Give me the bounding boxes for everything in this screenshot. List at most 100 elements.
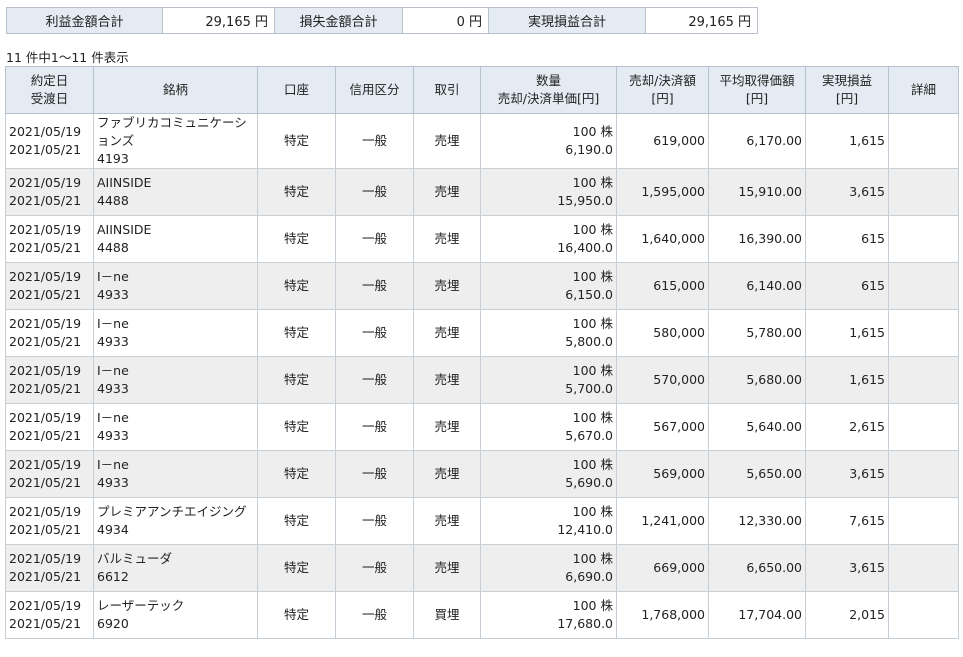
unit-price: 5,670.0: [565, 428, 613, 443]
cell-trade: 売埋: [413, 309, 481, 357]
cell-quantity: 100 株 5,690.0: [480, 450, 617, 498]
cell-stock: AIINSIDE 4488: [93, 215, 258, 263]
header-quantity: 数量 売却/決済単価[円]: [480, 66, 617, 114]
cell-realized-pl: 3,615: [805, 168, 889, 216]
cell-realized-pl: 1,615: [805, 309, 889, 357]
cell-dates: 2021/05/19 2021/05/21: [5, 403, 94, 451]
cell-avg-price: 6,140.00: [708, 262, 806, 310]
unit-price: 6,690.0: [565, 569, 613, 584]
header-realized-pl: 実現損益 [円]: [805, 66, 889, 114]
table-row: 2021/05/19 2021/05/21 AIINSIDE 4488 特定 一般 売埋 10…: [5, 168, 959, 216]
unit-price: 6,150.0: [565, 287, 613, 302]
cell-stock: バルミューダ 6612: [93, 544, 258, 592]
cell-account: 特定: [257, 168, 336, 216]
table-row: 2021/05/19 2021/05/21 ファブリカコミュニケーションズ 4193 特…: [5, 113, 959, 169]
cell-account: 特定: [257, 591, 336, 639]
table-row: 2021/05/19 2021/05/21 バルミューダ 6612 特定 一般 売埋 100 …: [5, 544, 959, 592]
settle-date: 2021/05/21: [9, 240, 82, 255]
settle-date: 2021/05/21: [9, 287, 82, 302]
table-row: 2021/05/19 2021/05/21 AIINSIDE 4488 特定 一般 売埋 10…: [5, 215, 959, 263]
cell-quantity: 100 株 6,190.0: [480, 113, 617, 169]
header-stock: 銘柄: [93, 66, 258, 114]
cell-avg-price: 5,650.00: [708, 450, 806, 498]
cell-avg-price: 16,390.00: [708, 215, 806, 263]
cell-amount: 619,000: [616, 113, 709, 169]
table-row: 2021/05/19 2021/05/21 I－ne 4933 特定 一般 売埋 100 株5…: [5, 309, 959, 357]
trade-date: 2021/05/19: [9, 504, 82, 519]
cell-realized-pl: 3,615: [805, 450, 889, 498]
stock-name: I－ne: [97, 269, 129, 284]
quantity: 100 株: [572, 363, 613, 378]
profit-total-label: 利益金額合計: [6, 7, 163, 34]
cell-detail: [888, 356, 959, 404]
quantity: 100 株: [572, 410, 613, 425]
unit-price: 6,190.0: [565, 142, 613, 157]
cell-credit: 一般: [335, 497, 414, 545]
stock-name: I－ne: [97, 363, 129, 378]
settle-date: 2021/05/21: [9, 475, 82, 490]
cell-amount: 569,000: [616, 450, 709, 498]
cell-quantity: 100 株 6,150.0: [480, 262, 617, 310]
header-trade: 取引: [413, 66, 481, 114]
stock-code: 6612: [97, 569, 129, 584]
unit-price: 12,410.0: [557, 522, 613, 537]
cell-amount: 1,241,000: [616, 497, 709, 545]
trade-date: 2021/05/19: [9, 222, 82, 237]
cell-realized-pl: 3,615: [805, 544, 889, 592]
table-row: 2021/05/19 2021/05/21 I－ne 4933 特定 一般 売埋 100 株5…: [5, 403, 959, 451]
cell-stock: I－ne 4933: [93, 450, 258, 498]
cell-detail: [888, 262, 959, 310]
cell-detail: [888, 497, 959, 545]
cell-account: 特定: [257, 356, 336, 404]
header-detail: 詳細: [888, 66, 959, 114]
cell-realized-pl: 615: [805, 262, 889, 310]
trade-date: 2021/05/19: [9, 124, 82, 139]
cell-detail: [888, 450, 959, 498]
cell-trade: 売埋: [413, 403, 481, 451]
table-row: 2021/05/19 2021/05/21 I－ne 4933 特定 一般 売埋 100 株5…: [5, 450, 959, 498]
quantity: 100 株: [572, 316, 613, 331]
cell-dates: 2021/05/19 2021/05/21: [5, 168, 94, 216]
stock-code: 4934: [97, 522, 129, 537]
stock-name: I－ne: [97, 316, 129, 331]
cell-account: 特定: [257, 403, 336, 451]
cell-detail: [888, 168, 959, 216]
cell-quantity: 100 株 6,690.0: [480, 544, 617, 592]
cell-dates: 2021/05/19 2021/05/21: [5, 544, 94, 592]
header-avg-price: 平均取得価額 [円]: [708, 66, 806, 114]
cell-dates: 2021/05/19 2021/05/21: [5, 215, 94, 263]
cell-credit: 一般: [335, 168, 414, 216]
stock-name: I－ne: [97, 457, 129, 472]
cell-amount: 1,595,000: [616, 168, 709, 216]
cell-realized-pl: 2,015: [805, 591, 889, 639]
cell-realized-pl: 615: [805, 215, 889, 263]
cell-detail: [888, 309, 959, 357]
cell-detail: [888, 113, 959, 169]
cell-credit: 一般: [335, 113, 414, 169]
cell-trade: 売埋: [413, 168, 481, 216]
cell-trade: 売埋: [413, 544, 481, 592]
unit-price: 15,950.0: [557, 193, 613, 208]
cell-avg-price: 17,704.00: [708, 591, 806, 639]
header-amount: 売却/決済額 [円]: [616, 66, 709, 114]
cell-account: 特定: [257, 544, 336, 592]
stock-code: 4193: [97, 151, 129, 166]
cell-detail: [888, 591, 959, 639]
cell-stock: ファブリカコミュニケーションズ 4193: [93, 113, 258, 169]
trade-date: 2021/05/19: [9, 457, 82, 472]
stock-code: 4933: [97, 428, 129, 443]
loss-total-value: 0 円: [402, 7, 489, 34]
cell-dates: 2021/05/19 2021/05/21: [5, 309, 94, 357]
cell-dates: 2021/05/19 2021/05/21: [5, 262, 94, 310]
result-count: 11 件中1～11 件表示: [6, 50, 129, 65]
table-row: 2021/05/19 2021/05/21 プレミアアンチエイジング 4934 特定 一般…: [5, 497, 959, 545]
header-date: 約定日 受渡日: [5, 66, 94, 114]
cell-credit: 一般: [335, 544, 414, 592]
stock-name: ファブリカコミュニケーションズ: [97, 115, 247, 148]
trade-date: 2021/05/19: [9, 551, 82, 566]
cell-dates: 2021/05/19 2021/05/21: [5, 497, 94, 545]
cell-stock: AIINSIDE 4488: [93, 168, 258, 216]
cell-stock: I－ne 4933: [93, 356, 258, 404]
cell-amount: 1,768,000: [616, 591, 709, 639]
table-header-row: 約定日 受渡日 銘柄 口座 信用区分 取引 数量 売却/決済単価[円] 売却/決済額…: [5, 66, 959, 114]
